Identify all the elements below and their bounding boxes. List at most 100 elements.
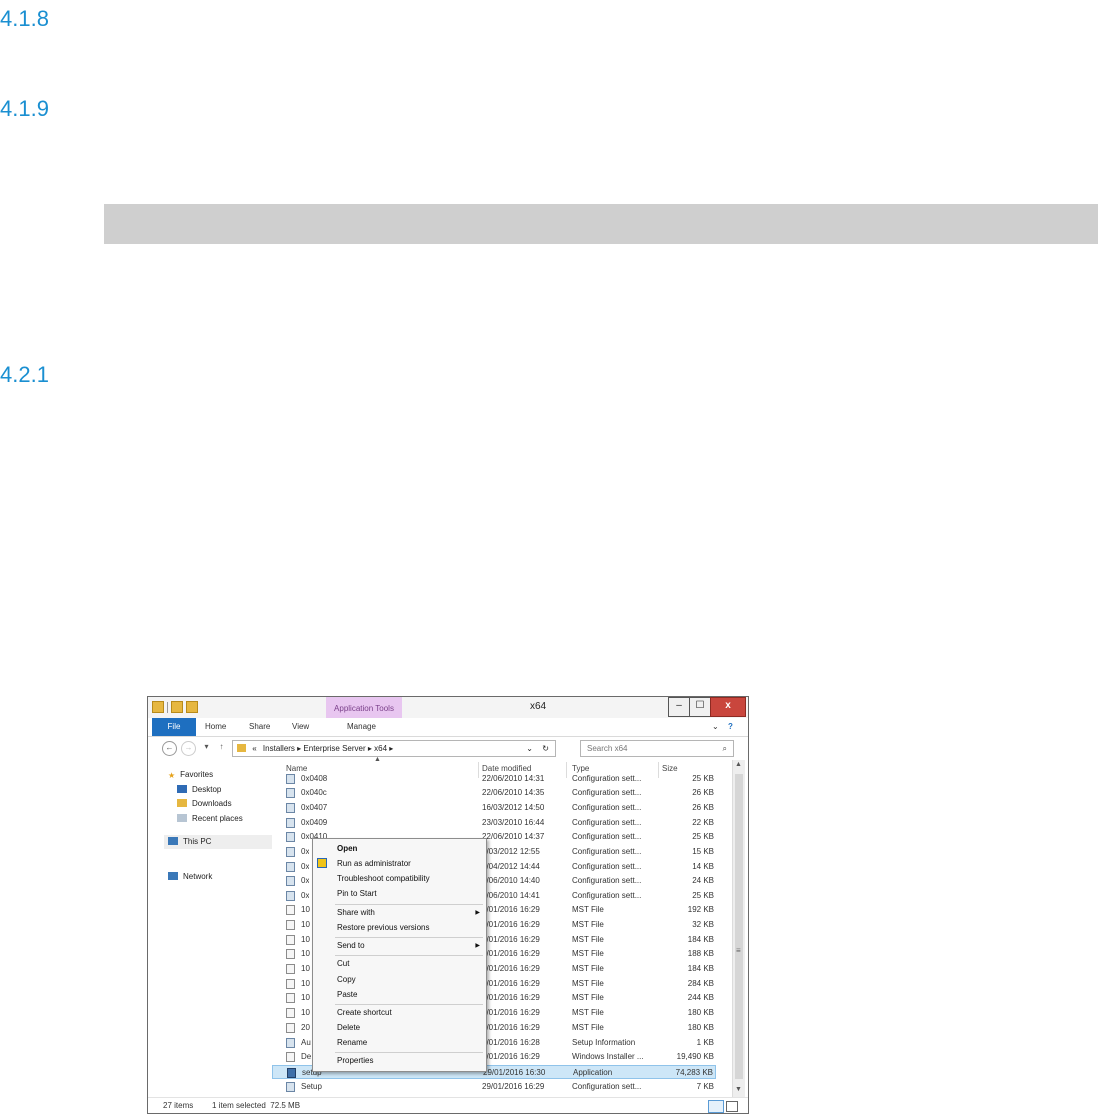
table-row[interactable]: 0x0408 22/06/2010 14:31 Configuration sett… <box>272 772 716 786</box>
nav-desktop[interactable]: Desktop <box>177 785 221 794</box>
cell-date: 29/01/2016 16:29 <box>482 1082 545 1091</box>
cell-name: 10 <box>301 979 310 988</box>
tab-file[interactable]: File <box>152 718 196 736</box>
breadcrumb-enterprise-server[interactable]: Enterprise Server <box>303 744 365 753</box>
cell-size: 26 KB <box>692 803 714 812</box>
nav-network[interactable]: Network <box>168 872 212 881</box>
cell-date: 3/04/2012 14:44 <box>482 862 540 871</box>
vertical-scrollbar[interactable]: ▲ ≡ ▼ <box>732 760 745 1097</box>
cell-date: 9/01/2016 16:29 <box>482 949 540 958</box>
cell-name: Au <box>301 1038 311 1047</box>
address-prefix[interactable]: « <box>252 744 256 753</box>
cell-name: 0x040c <box>301 788 327 797</box>
table-row[interactable]: 0x040c 22/06/2010 14:35 Configuration sett… <box>272 786 716 800</box>
menu-open[interactable]: Open <box>337 844 357 853</box>
cell-date: 9/01/2016 16:29 <box>482 920 540 929</box>
cell-date: 29/01/2016 16:30 <box>483 1068 546 1077</box>
menu-delete[interactable]: Delete <box>337 1023 360 1032</box>
cell-name: 0x <box>301 891 310 900</box>
cell-size: 244 KB <box>687 993 714 1002</box>
menu-share-with[interactable]: Share with <box>337 908 375 917</box>
expand-ribbon-icon[interactable]: ⌄ <box>712 718 719 736</box>
cell-type: MST File <box>572 964 604 973</box>
cell-size: 284 KB <box>687 979 714 988</box>
cell-name: 0x <box>301 876 310 885</box>
cell-date: 2/06/2010 14:41 <box>482 891 540 900</box>
section-heading-418: 4.1.8 <box>0 6 49 31</box>
table-row[interactable]: 0x0409 23/03/2010 16:44 Configuration sett… <box>272 816 716 830</box>
menu-troubleshoot-compatibility[interactable]: Troubleshoot compatibility <box>337 874 430 883</box>
refresh-icon[interactable]: ↻ <box>542 741 549 756</box>
cell-type: Configuration sett... <box>572 832 642 841</box>
tab-home[interactable]: Home <box>205 718 226 736</box>
cell-name: 10 <box>301 935 310 944</box>
scroll-down-icon[interactable]: ▼ <box>735 1086 742 1093</box>
file-icon <box>286 920 295 930</box>
up-button[interactable]: ↑ <box>215 741 228 754</box>
config-file-icon <box>286 818 295 828</box>
cell-type: MST File <box>572 1008 604 1017</box>
cell-type: Configuration sett... <box>572 774 642 783</box>
cell-name: 0x <box>301 862 310 871</box>
breadcrumb-x64[interactable]: x64 <box>374 744 387 753</box>
cell-date: 22/06/2010 14:37 <box>482 832 545 841</box>
cell-size: 1 KB <box>696 1038 714 1047</box>
tab-view[interactable]: View <box>292 718 309 736</box>
cell-name: 0x0409 <box>301 818 328 827</box>
nav-downloads[interactable]: Downloads <box>177 799 232 808</box>
cell-size: 25 KB <box>692 832 714 841</box>
file-icon <box>286 993 295 1003</box>
cell-date: 9/01/2016 16:29 <box>482 993 540 1002</box>
close-button[interactable]: x <box>710 697 746 717</box>
cell-date: 9/01/2016 16:28 <box>482 1038 540 1047</box>
cell-size: 19,490 KB <box>676 1052 714 1061</box>
menu-restore-previous-versions[interactable]: Restore previous versions <box>337 923 429 932</box>
file-icon <box>286 1008 295 1018</box>
address-bar[interactable]: « Installers ▸ Enterprise Server ▸ x64 ▸… <box>232 740 556 757</box>
details-view-icon[interactable] <box>708 1100 724 1113</box>
table-row[interactable]: 0x0407 16/03/2012 14:50 Configuration sett… <box>272 801 716 815</box>
menu-separator <box>335 1052 483 1053</box>
nav-this-pc[interactable]: This PC <box>164 835 272 849</box>
config-file-icon <box>286 832 295 842</box>
recent-locations-icon[interactable]: ▾ <box>200 741 213 754</box>
menu-paste[interactable]: Paste <box>337 990 357 999</box>
menu-create-shortcut[interactable]: Create shortcut <box>337 1008 392 1017</box>
menu-copy[interactable]: Copy <box>337 975 356 984</box>
cell-type: Windows Installer ... <box>572 1052 644 1061</box>
menu-run-as-administrator[interactable]: Run as administrator <box>337 859 411 868</box>
menu-rename[interactable]: Rename <box>337 1038 367 1047</box>
tab-share[interactable]: Share <box>249 718 270 736</box>
menu-properties[interactable]: Properties <box>337 1056 373 1065</box>
menu-send-to[interactable]: Send to <box>337 941 365 950</box>
cell-size: 184 KB <box>687 964 714 973</box>
cell-size: 25 KB <box>692 774 714 783</box>
table-row[interactable]: Setup 29/01/2016 16:29 Configuration sett.… <box>272 1080 716 1094</box>
address-dropdown-icon[interactable]: ⌄ <box>526 741 533 756</box>
menu-cut[interactable]: Cut <box>337 959 349 968</box>
cell-name: 20 <box>301 1023 310 1032</box>
forward-button[interactable]: → <box>181 741 196 756</box>
menu-pin-to-start[interactable]: Pin to Start <box>337 889 377 898</box>
help-icon[interactable]: ? <box>728 718 733 736</box>
folder-icon <box>237 744 246 752</box>
downloads-icon <box>177 799 187 807</box>
scroll-up-icon[interactable]: ▲ <box>735 761 742 768</box>
cell-name: 10 <box>301 920 310 929</box>
cell-name: De <box>301 1052 312 1061</box>
tab-manage[interactable]: Manage <box>347 718 376 736</box>
cell-type: Configuration sett... <box>572 847 642 856</box>
cell-date: 9/01/2016 16:29 <box>482 1008 540 1017</box>
maximize-button[interactable]: ☐ <box>689 697 711 717</box>
cell-name: 0x0408 <box>301 774 328 783</box>
cell-size: 180 KB <box>687 1008 714 1017</box>
minimize-button[interactable]: – <box>668 697 690 717</box>
search-input[interactable]: Search x64 ⌕ <box>580 740 734 757</box>
large-icons-view-icon[interactable] <box>726 1101 738 1112</box>
address-row: ← → ▾ ↑ « Installers ▸ Enterprise Server… <box>148 737 748 759</box>
back-button[interactable]: ← <box>162 741 177 756</box>
scroll-thumb[interactable] <box>735 774 743 1079</box>
nav-recent-places[interactable]: Recent places <box>177 814 243 823</box>
breadcrumb-installers[interactable]: Installers <box>263 744 295 753</box>
nav-favorites[interactable]: ★ Favorites <box>168 770 213 780</box>
